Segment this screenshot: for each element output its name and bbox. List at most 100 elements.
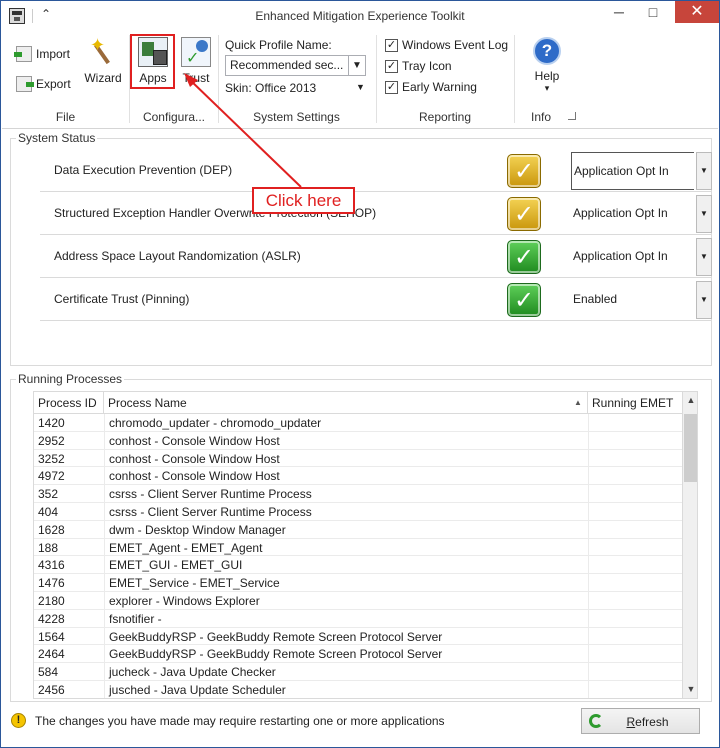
info-group-label: Info [530,110,551,124]
table-row[interactable]: 188 EMET_Agent - EMET_Agent [34,538,682,557]
process-id-cell: 2180 [38,593,65,608]
table-row[interactable]: 1420 chromodo_updater - chromodo_updater [34,414,682,432]
running-emet-cell [588,538,682,557]
status-row-cert-trust: Certificate Trust (Pinning) Enabled ▼ [40,278,712,321]
tray-icon-label: Tray Icon [402,59,452,73]
wizard-label: Wizard [84,71,122,85]
running-emet-cell [588,645,682,664]
column-header-name[interactable]: Process Name [104,392,588,413]
skin-label[interactable]: Skin: Office 2013 [225,81,316,95]
help-button[interactable]: ? Help ▾ [528,37,566,94]
table-row[interactable]: 352 csrss - Client Server Runtime Process [34,485,682,503]
table-row[interactable]: 4228 fsnotifier - [34,609,682,628]
import-label: Import [36,47,71,61]
chevron-down-icon[interactable]: ▼ [696,281,712,319]
checkbox-checked-icon[interactable]: ✓ [385,38,398,52]
trust-certificate-icon [181,37,211,68]
restart-warning-text: The changes you have made may require re… [35,714,445,728]
column-header-pid[interactable]: Process ID [34,392,104,413]
tray-icon-checkbox[interactable]: ✓ Tray Icon [385,59,452,73]
table-row[interactable]: 1628 dwm - Desktop Window Manager [34,520,682,539]
quick-profile-select[interactable]: Recommended sec... ▼ [225,55,366,76]
checkbox-checked-icon[interactable]: ✓ [385,80,398,94]
table-row[interactable]: 2180 explorer - Windows Explorer [34,591,682,610]
trust-label: Trust [182,71,210,85]
table-row[interactable]: 4972 conhost - Console Window Host [34,467,682,486]
skin-dropdown-icon[interactable]: ▼ [356,82,365,92]
status-name: Address Space Layout Randomization (ASLR… [54,249,301,263]
minimize-button[interactable]: ─ [604,1,634,23]
chevron-down-icon[interactable]: ▼ [348,56,365,75]
process-id-cell: 584 [38,665,59,680]
chevron-down-icon[interactable]: ▼ [696,238,712,276]
early-warning-checkbox[interactable]: ✓ Early Warning [385,80,477,94]
process-id-cell: 2456 [38,682,65,697]
status-name: Certificate Trust (Pinning) [54,292,190,306]
scroll-up-icon[interactable]: ▲ [683,392,697,409]
process-name-cell: EMET_Agent - EMET_Agent [104,538,588,557]
help-label: Help [534,69,560,83]
title-bar: ⌃ Enhanced Mitigation Experience Toolkit… [1,1,719,31]
chevron-down-icon[interactable]: ▼ [696,195,712,233]
table-row[interactable]: 2456 jusched - Java Update Scheduler [34,680,682,698]
process-name-cell: csrss - Client Server Runtime Process [104,485,588,503]
dialog-launcher-icon[interactable] [568,112,576,120]
process-id-cell: 4316 [38,558,65,573]
running-emet-cell [588,627,682,646]
running-emet-cell [588,680,682,698]
trust-button[interactable]: Trust [175,37,217,85]
status-check-shield-icon [507,240,541,274]
process-id-cell: 1564 [38,629,65,644]
running-emet-cell [588,502,682,521]
table-row[interactable]: 1476 EMET_Service - EMET_Service [34,574,682,592]
process-name-cell: conhost - Console Window Host [104,431,588,450]
scrollbar-thumb[interactable] [684,414,697,482]
vertical-scrollbar[interactable]: ▲ ▼ [682,392,697,698]
status-setting-select[interactable]: Enabled [571,281,694,319]
process-table: Process ID Process Name ▲ Running EMET 1… [33,391,698,699]
status-check-shield-icon [507,154,541,188]
wizard-button[interactable]: Wizard [82,35,124,85]
chevron-down-icon[interactable]: ▼ [696,152,712,190]
windows-event-log-checkbox[interactable]: ✓ Windows Event Log [385,38,508,52]
status-name: Data Execution Prevention (DEP) [54,163,233,177]
running-emet-cell [588,485,682,503]
export-button[interactable]: Export [16,76,71,92]
process-name-cell: jusched - Java Update Scheduler [104,680,588,698]
table-row[interactable]: 1564 GeekBuddyRSP - GeekBuddy Remote Scre… [34,627,682,646]
process-name-cell: explorer - Windows Explorer [104,591,588,610]
warning-icon: ! [11,713,26,728]
scroll-down-icon[interactable]: ▼ [683,681,697,698]
status-setting-select[interactable]: Application Opt In [571,195,694,233]
table-row[interactable]: 2952 conhost - Console Window Host [34,431,682,450]
process-id-cell: 404 [38,504,59,519]
table-row[interactable]: 4316 EMET_GUI - EMET_GUI [34,556,682,575]
windows-event-log-label: Windows Event Log [402,38,509,52]
table-header: Process ID Process Name ▲ Running EMET [34,392,682,414]
status-check-shield-icon [507,283,541,317]
checkbox-checked-icon[interactable]: ✓ [385,59,398,73]
process-name-cell: GeekBuddyRSP - GeekBuddy Remote Screen P… [104,627,588,646]
process-id-cell: 1420 [38,416,65,430]
process-name-cell: EMET_GUI - EMET_GUI [104,556,588,575]
table-row[interactable]: 404 csrss - Client Server Runtime Process [34,502,682,521]
status-setting-select[interactable]: Application Opt In [571,238,694,276]
running-emet-cell [588,574,682,592]
status-setting-select[interactable]: Application Opt In [571,152,694,190]
close-button[interactable]: ✕ [675,1,719,23]
maximize-button[interactable]: □ [638,1,668,23]
table-row[interactable]: 3252 conhost - Console Window Host [34,449,682,468]
sort-up-icon: ▲ [574,398,582,407]
table-row[interactable]: 2464 GeekBuddyRSP - GeekBuddy Remote Scre… [34,645,682,664]
process-id-cell: 2464 [38,647,65,662]
process-id-cell: 1476 [38,576,65,591]
table-row[interactable]: 584 jucheck - Java Update Checker [34,663,682,681]
refresh-button[interactable]: Refresh [581,708,700,734]
process-name-cell: GeekBuddyRSP - GeekBuddy Remote Screen P… [104,645,588,664]
quick-profile-value: Recommended sec... [230,58,344,72]
import-button[interactable]: Import [14,46,71,62]
process-id-cell: 352 [38,487,59,502]
process-name-cell: chromodo_updater - chromodo_updater [104,414,588,432]
running-emet-cell [588,520,682,539]
column-header-running-emet[interactable]: Running EMET [588,392,682,413]
